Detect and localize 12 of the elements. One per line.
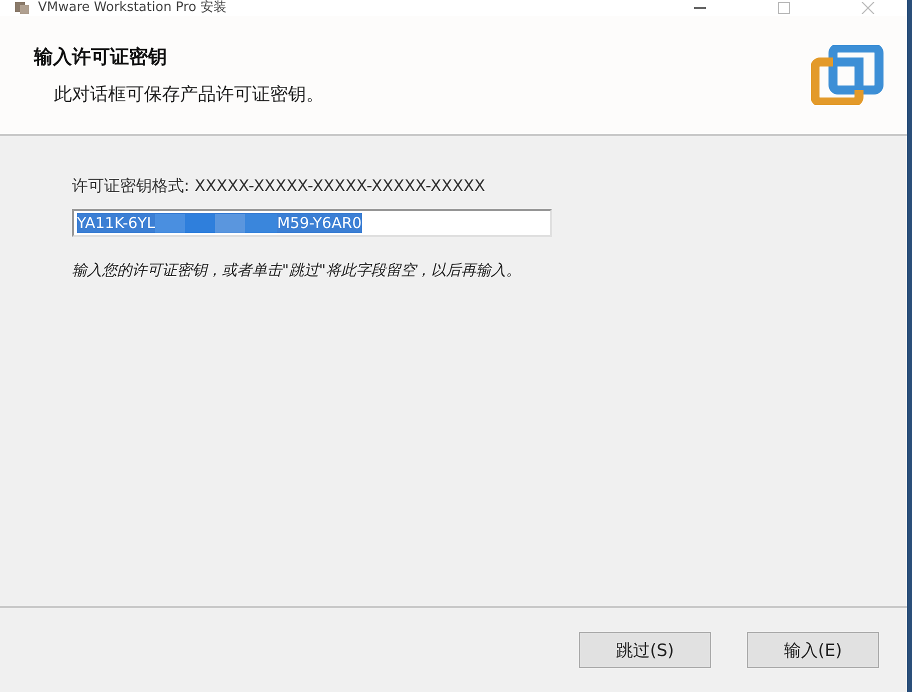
format-label: 许可证密钥格式: XXXXX-XXXXX-XXXXX-XXXXX-XXXXX — [72, 176, 486, 197]
license-key-field[interactable]: YA11K-6YL M59-Y6AR0 — [72, 209, 552, 237]
maximize-icon[interactable] — [777, 2, 791, 14]
key-value: YA11K-6YL M59-Y6AR0 — [77, 213, 362, 233]
dialog-button[interactable]: 跳过(S) — [579, 632, 711, 668]
window-title: VMware Workstation Pro 安装 — [38, 0, 226, 16]
page-title: 输入许可证密钥 — [34, 45, 168, 70]
page-subtitle: 此对话框可保存产品许可证密钥。 — [53, 83, 324, 106]
app-icon — [14, 2, 30, 14]
hint-text: 输入您的许可证密钥，或者单击"跳过"将此字段留空，以后再输入。 — [72, 261, 522, 280]
close-icon[interactable] — [861, 2, 875, 14]
dialog-button[interactable]: 输入(E) — [747, 632, 879, 668]
